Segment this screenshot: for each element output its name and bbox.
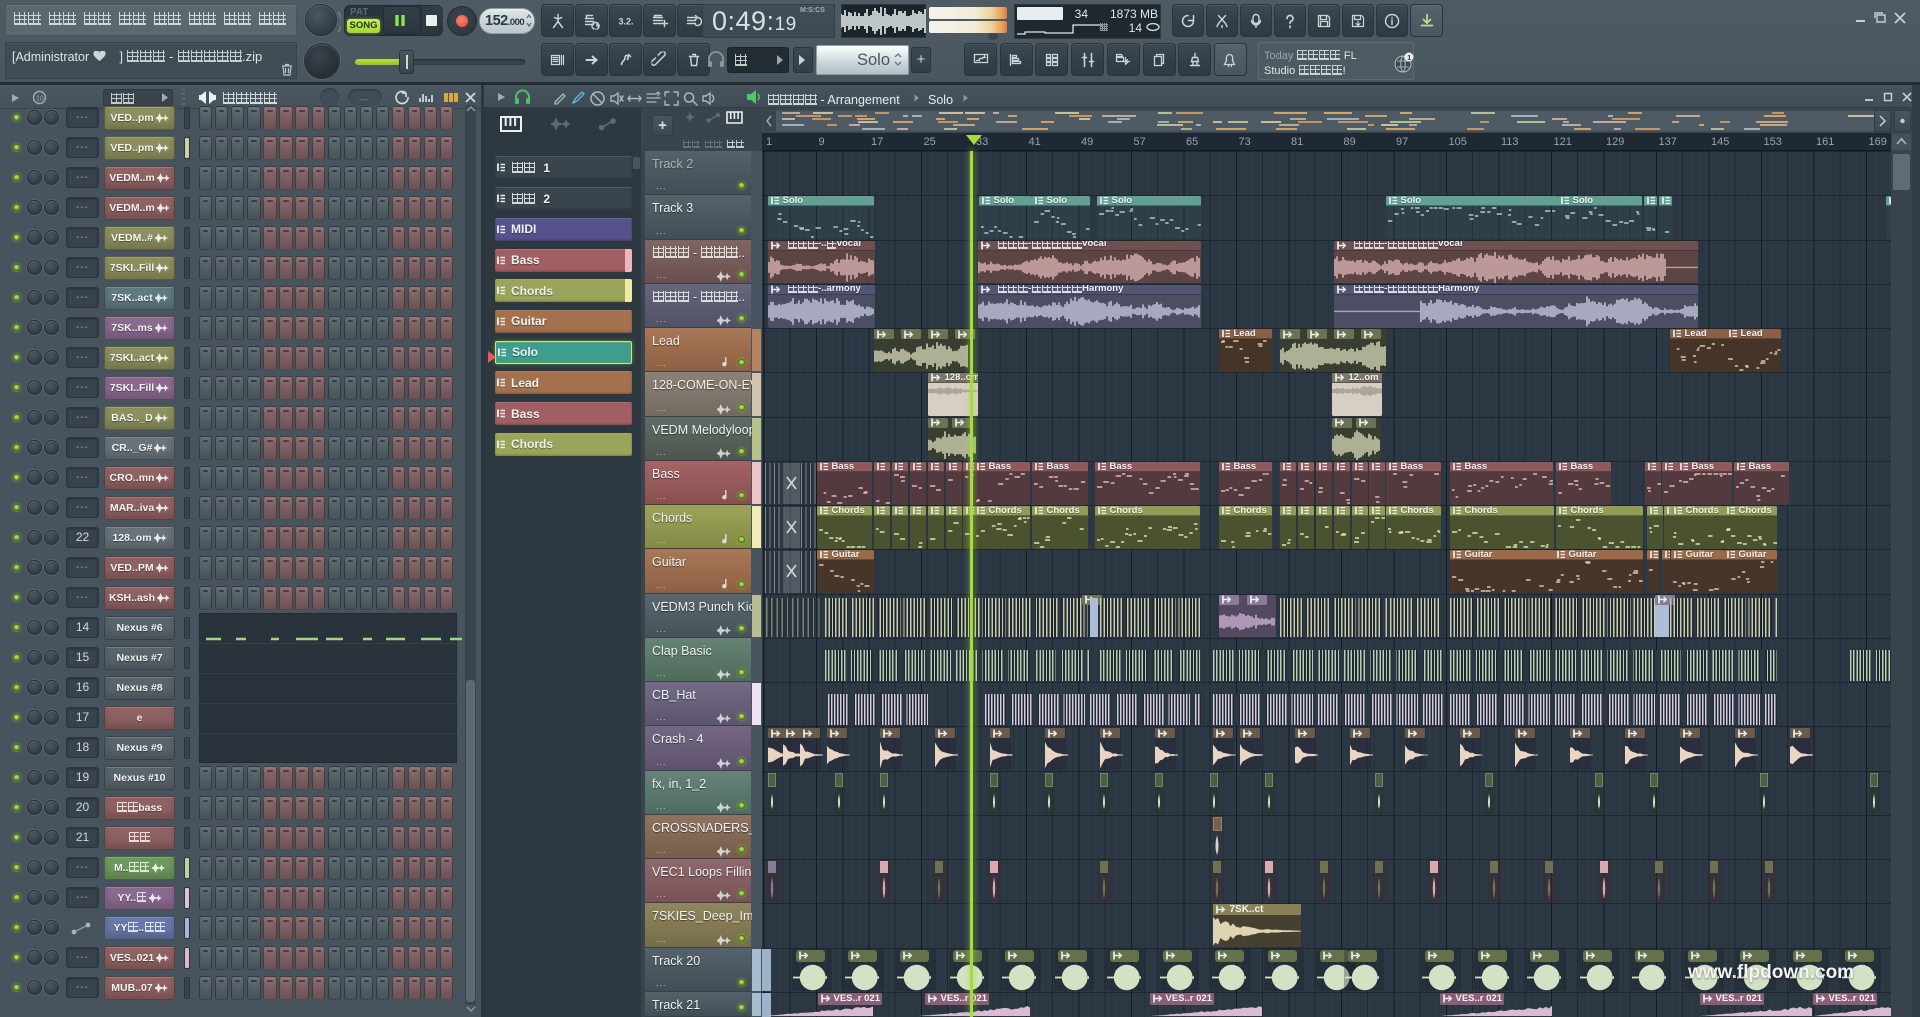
svg-text:3.2.: 3.2. <box>618 16 633 26</box>
svg-text:1: 1 <box>1407 55 1411 62</box>
